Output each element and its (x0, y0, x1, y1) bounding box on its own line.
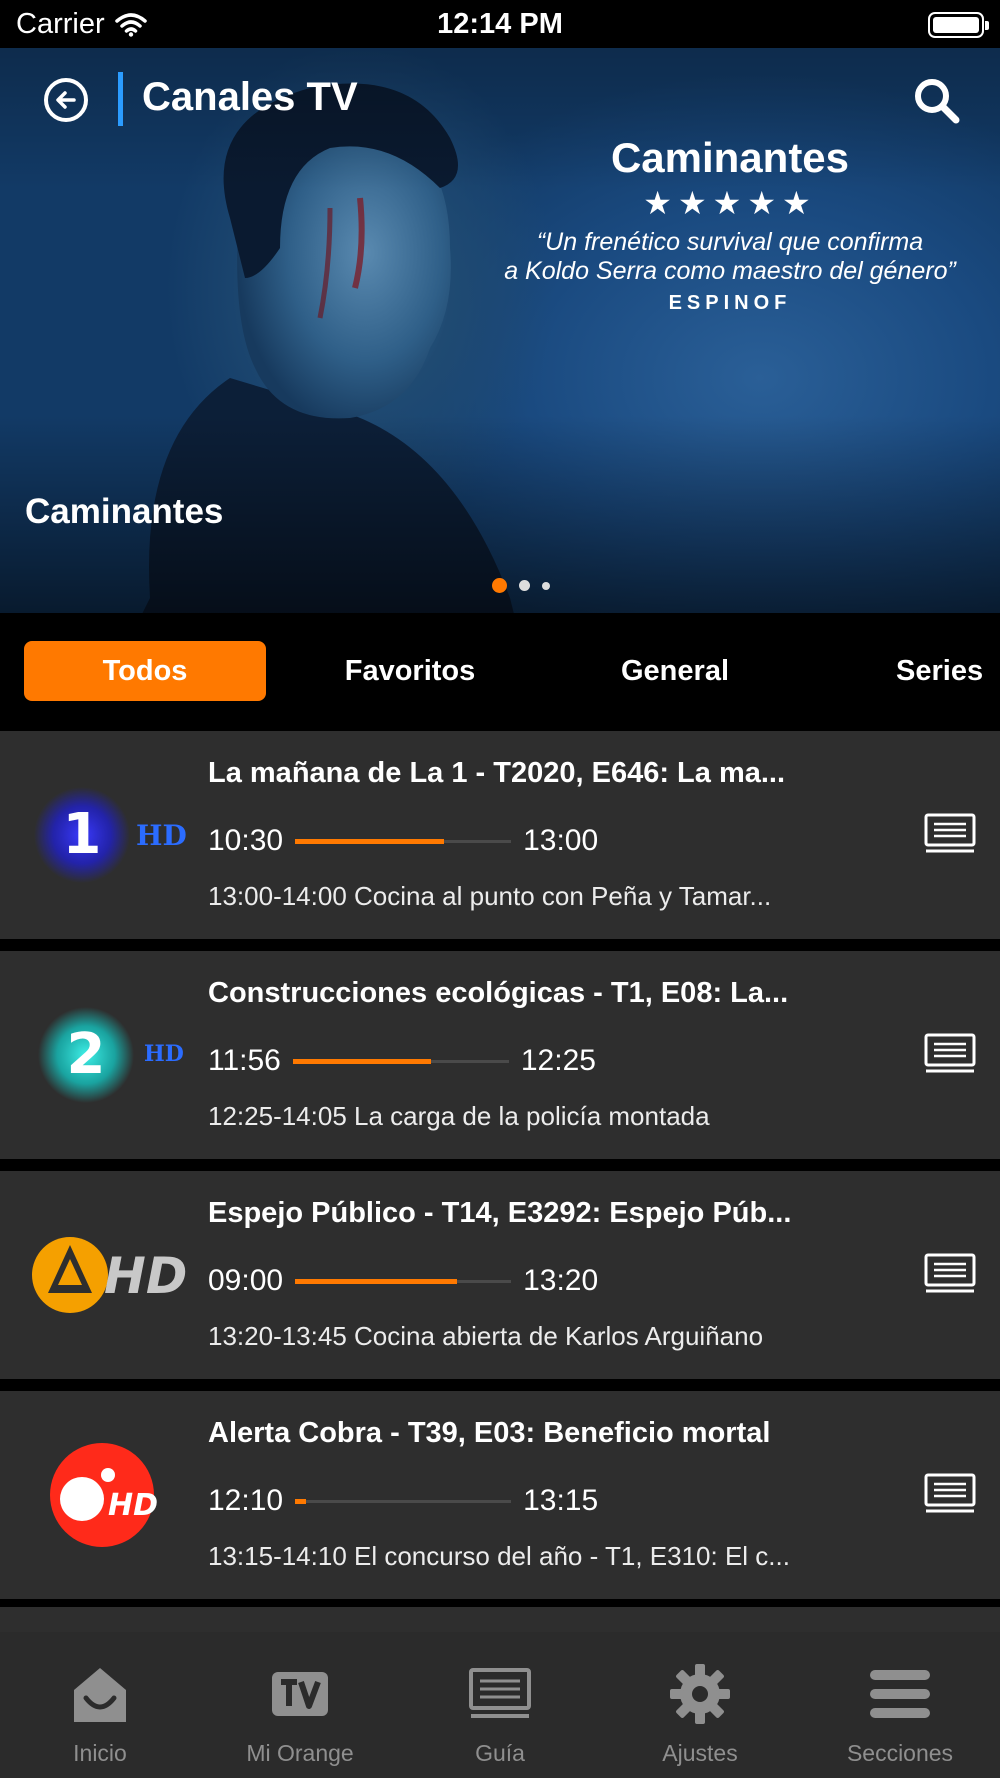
nav-ajustes[interactable]: Ajustes (600, 1632, 800, 1778)
channel-row[interactable]: 2 HD Construcciones ecológicas - T1, E08… (0, 951, 1000, 1159)
watch-tv-button[interactable] (924, 813, 976, 855)
svg-text:2: 2 (67, 1022, 106, 1087)
next-program: 12:25-14:05 La carga de la policía monta… (208, 1101, 710, 1131)
progress-fill (295, 1498, 306, 1504)
program-end-time: 12:25 (520, 1044, 596, 1077)
next-program: 13:15-14:10 El concurso del año - T1, E3… (208, 1541, 790, 1571)
nav-label: Inicio (73, 1740, 127, 1766)
carousel-indicator[interactable] (492, 578, 550, 593)
program-start-time: 11:56 (208, 1044, 281, 1077)
progress-fill (295, 1278, 458, 1284)
tv-screen-icon (924, 1473, 976, 1513)
next-program: 13:20-13:45 Cocina abierta de Karlos Arg… (208, 1321, 764, 1351)
next-program: 13:00-14:00 Cocina al punto con Peña y T… (208, 881, 772, 911)
program-time-row: 11:56 12:25 (208, 1043, 596, 1079)
promo-quote-line2: a Koldo Serra como maestro del género” (504, 257, 956, 285)
program-start-time: 10:30 (208, 824, 284, 857)
tab-series[interactable]: Series (820, 641, 1000, 701)
watch-tv-button[interactable] (924, 1253, 976, 1295)
channel-row[interactable]: HD Alerta Cobra - T39, E03: Beneficio mo… (0, 1391, 1000, 1599)
back-arrow-icon (56, 91, 76, 109)
cuatro-hd-logo-icon: HD (20, 1435, 190, 1555)
promo-source: ESPINOF (668, 292, 792, 314)
back-button[interactable] (44, 78, 88, 122)
program-title: Espejo Público - T14, E3292: Espejo Púb.… (208, 1197, 792, 1229)
progress-fill (292, 1058, 432, 1064)
battery-icon (928, 12, 989, 38)
tv-screen-icon (924, 1033, 976, 1073)
tv-guide-icon (469, 1668, 531, 1718)
tab-favoritos[interactable]: Favoritos (290, 641, 530, 701)
program-end-time: 13:15 (523, 1484, 599, 1517)
carousel-dot-3[interactable] (542, 581, 550, 590)
program-progress (295, 1498, 512, 1504)
program-title: Alerta Cobra - T39, E03: Beneficio morta… (208, 1417, 771, 1449)
promo-title: Caminantes (610, 134, 850, 181)
promo-quote-line1: “Un frenético survival que confirma (536, 228, 924, 256)
program-end-time: 13:20 (523, 1264, 599, 1297)
search-button[interactable] (912, 76, 962, 126)
progress-fill (295, 838, 445, 844)
program-progress (295, 1278, 512, 1284)
program-time-row: 09:00 13:20 (208, 1263, 598, 1299)
promo-overlay: Caminantes ★★★★★ “Un frenético survival … (480, 134, 980, 315)
svg-text:HD: HD (136, 819, 187, 852)
tv-badge-icon (272, 1672, 328, 1716)
nav-inicio[interactable]: Inicio (0, 1632, 200, 1778)
nav-secciones[interactable]: Secciones (800, 1632, 1000, 1778)
nav-label: Secciones (846, 1740, 954, 1766)
program-progress (292, 1058, 509, 1064)
home-icon (74, 1668, 126, 1722)
watch-tv-button[interactable] (924, 1473, 976, 1515)
gear-icon (670, 1664, 730, 1724)
hero-caption: Caminantes (25, 492, 224, 531)
nav-label: Mi Orange (246, 1740, 354, 1766)
program-title: La mañana de La 1 - T2020, E646: La ma..… (208, 757, 786, 789)
header-divider (118, 72, 123, 126)
svg-text:1: 1 (63, 802, 102, 867)
svg-text:HD: HD (108, 1488, 158, 1523)
nav-guia[interactable]: Guía (400, 1632, 600, 1778)
svg-text:HD: HD (104, 1247, 187, 1305)
svg-text:HD: HD (144, 1041, 184, 1067)
program-start-time: 09:00 (208, 1264, 284, 1297)
tab-todos[interactable]: Todos (24, 641, 266, 701)
menu-icon (870, 1670, 930, 1718)
carousel-dot-2[interactable] (519, 580, 530, 591)
watch-tv-button[interactable] (924, 1033, 976, 1075)
nav-label: Guía (475, 1740, 525, 1766)
tv-screen-icon (924, 1253, 976, 1293)
nav-label: Ajustes (662, 1740, 738, 1766)
program-time-row: 12:10 13:15 (208, 1483, 598, 1519)
program-progress (295, 838, 512, 844)
tab-general[interactable]: General (555, 641, 795, 701)
bottom-nav: Inicio Mi Orange Guía Ajustes Secciones (0, 1632, 1000, 1778)
program-start-time: 12:10 (208, 1484, 284, 1517)
tv-screen-icon (924, 813, 976, 853)
program-time-row: 10:30 13:00 (208, 823, 598, 859)
promo-rating-stars: ★★★★★ (643, 185, 817, 221)
search-icon (915, 79, 960, 124)
carousel-dot-1[interactable] (492, 578, 507, 593)
category-tabs: Todos Favoritos General Series (0, 613, 1000, 731)
hero-banner[interactable]: Canales TV Caminantes ★★★★★ “Un frenétic… (0, 48, 1000, 613)
la1-hd-logo-icon: 1 HD (20, 775, 190, 895)
antena3-hd-logo-icon: HD (20, 1215, 190, 1335)
channel-row[interactable]: 1 HD La mañana de La 1 - T2020, E646: La… (0, 731, 1000, 939)
page-title: Canales TV (142, 75, 358, 119)
la2-hd-logo-icon: 2 HD (20, 995, 190, 1115)
status-bar: Carrier 12:14 PM (0, 0, 1000, 48)
channel-row[interactable]: HD Espejo Público - T14, E3292: Espejo P… (0, 1171, 1000, 1379)
program-title: Construcciones ecológicas - T1, E08: La.… (208, 977, 789, 1009)
program-end-time: 13:00 (523, 824, 599, 857)
nav-mi-orange[interactable]: Mi Orange (200, 1632, 400, 1778)
status-time: 12:14 PM (437, 8, 563, 40)
